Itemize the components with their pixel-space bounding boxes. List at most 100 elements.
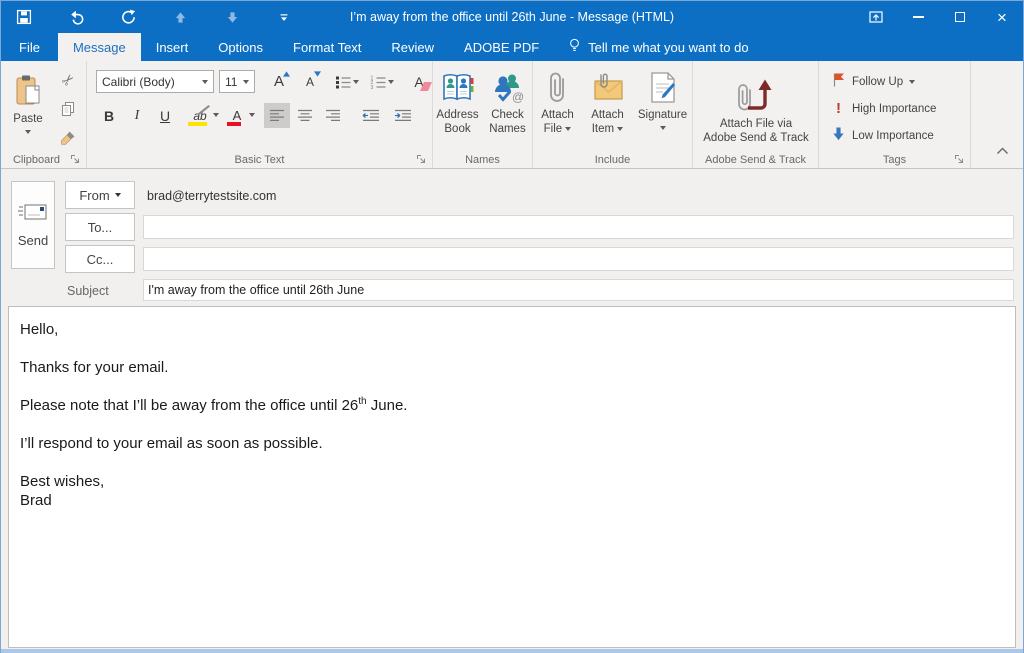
font-color-button[interactable]: A: [222, 103, 252, 128]
ribbon: Paste ✂ Clipboard Calibri (Body): [1, 61, 1023, 169]
adobe-attach-button[interactable]: Attach File via Adobe Send & Track: [696, 65, 816, 153]
envelope-paperclip-icon: [591, 68, 625, 108]
follow-up-dropdown-arrow: [909, 80, 915, 84]
redo-icon[interactable]: [117, 5, 139, 29]
body-line: [20, 453, 1015, 472]
subject-value: I'm away from the office until 26th June: [148, 283, 364, 297]
tell-me-label: Tell me what you want to do: [588, 40, 748, 55]
low-importance-icon: [831, 126, 846, 145]
follow-up-button[interactable]: Follow Up: [831, 71, 970, 92]
tab-adobe-pdf[interactable]: ADOBE PDF: [449, 33, 554, 61]
send-envelope-icon: [18, 202, 48, 225]
body-line: Hello,: [20, 320, 1015, 339]
grow-font-button[interactable]: A: [266, 69, 292, 94]
svg-text:3: 3: [371, 84, 374, 88]
align-center-button[interactable]: [292, 103, 318, 128]
tab-file[interactable]: File: [1, 33, 58, 61]
signature-dropdown-arrow: [660, 126, 666, 130]
to-button[interactable]: To...: [65, 213, 135, 241]
address-book-button[interactable]: Address Book: [434, 63, 482, 168]
bullets-dropdown-arrow: [353, 80, 359, 84]
high-importance-icon: !: [831, 100, 846, 117]
ribbon-display-options-icon[interactable]: [855, 1, 897, 33]
attach-item-label-1: Attach: [591, 108, 624, 122]
customize-quick-access-toolbar-icon[interactable]: [273, 5, 295, 29]
tags-dialog-launcher-icon[interactable]: [954, 152, 966, 164]
save-icon[interactable]: [13, 5, 35, 29]
attach-item-label-2: Item: [592, 122, 624, 136]
cut-icon[interactable]: ✂: [55, 67, 81, 92]
high-importance-button[interactable]: ! High Importance: [831, 98, 970, 119]
names-group: Address Book @ Check Names Names: [433, 61, 533, 168]
from-button[interactable]: From: [65, 181, 135, 209]
font-size-combo[interactable]: 11: [219, 70, 255, 93]
lightbulb-icon: [568, 38, 581, 56]
undo-icon[interactable]: [65, 5, 87, 29]
flag-icon: [831, 72, 846, 91]
message-body-editor[interactable]: Hello, Thanks for your email. Please not…: [8, 306, 1016, 648]
basic-text-dialog-launcher-icon[interactable]: [416, 152, 428, 164]
check-names-label-2: Names: [489, 122, 525, 136]
attach-file-button[interactable]: Attach File: [535, 63, 581, 168]
close-icon[interactable]: ×: [981, 1, 1023, 33]
bold-button[interactable]: B: [96, 103, 122, 128]
tab-options[interactable]: Options: [203, 33, 278, 61]
increase-indent-button[interactable]: [388, 103, 418, 128]
send-label: Send: [18, 233, 48, 248]
decrease-indent-button[interactable]: [356, 103, 386, 128]
basic-text-group-label: Basic Text: [87, 154, 432, 166]
text-highlight-button[interactable]: ab: [184, 103, 216, 128]
clipboard-small-buttons: ✂: [55, 67, 81, 150]
attach-item-button[interactable]: Attach Item: [585, 63, 631, 168]
tags-group: Follow Up ! High Importance Low Importan…: [819, 61, 971, 168]
clipboard-dialog-launcher-icon[interactable]: [70, 152, 82, 164]
tab-insert[interactable]: Insert: [141, 33, 204, 61]
font-color-bar: [227, 122, 241, 126]
align-left-button[interactable]: [264, 103, 290, 128]
signature-button[interactable]: Signature: [635, 63, 691, 168]
tab-format-text[interactable]: Format Text: [278, 33, 376, 61]
body-line: I’ll respond to your email as soon as po…: [20, 434, 1015, 453]
to-field[interactable]: [143, 215, 1014, 239]
tab-review[interactable]: Review: [376, 33, 449, 61]
maximize-icon[interactable]: [939, 1, 981, 33]
shrink-font-button[interactable]: A: [297, 69, 323, 94]
numbering-button[interactable]: 123: [367, 69, 397, 94]
minimize-icon[interactable]: [897, 1, 939, 33]
italic-button[interactable]: I: [124, 103, 150, 128]
check-names-button[interactable]: @ Check Names: [484, 63, 532, 168]
window-controls: ×: [855, 1, 1023, 33]
font-name-combo[interactable]: Calibri (Body): [96, 70, 214, 93]
send-button[interactable]: Send: [11, 181, 55, 269]
format-painter-icon[interactable]: [55, 125, 81, 150]
underline-button[interactable]: U: [152, 103, 178, 128]
attach-item-dropdown-arrow: [617, 127, 623, 131]
paste-button[interactable]: Paste: [6, 65, 50, 153]
ribbon-tab-bar: File Message Insert Options Format Text …: [1, 33, 1023, 61]
low-importance-button[interactable]: Low Importance: [831, 125, 970, 146]
font-color-dropdown-arrow: [249, 113, 255, 117]
quick-access-toolbar: [1, 5, 295, 29]
bullets-button[interactable]: [332, 69, 362, 94]
clipboard-group-label: Clipboard: [1, 154, 72, 166]
check-names-label-1: Check: [491, 108, 524, 122]
signature-icon: [648, 68, 678, 108]
attach-file-dropdown-arrow: [565, 127, 571, 131]
cc-button[interactable]: Cc...: [65, 245, 135, 273]
basic-text-group: Calibri (Body) 11 A A: [87, 61, 433, 168]
align-right-button[interactable]: [320, 103, 346, 128]
previous-item-icon: [169, 5, 191, 29]
collapse-ribbon-icon[interactable]: [996, 142, 1009, 160]
from-address: brad@terrytestsite.com: [147, 189, 276, 203]
tell-me-box[interactable]: Tell me what you want to do: [556, 33, 760, 61]
clear-formatting-button[interactable]: A: [406, 69, 432, 94]
include-group-label: Include: [533, 154, 692, 166]
copy-icon[interactable]: [55, 96, 81, 121]
subject-field[interactable]: I'm away from the office until 26th June: [143, 279, 1014, 301]
message-header: Send From brad@terrytestsite.com To... C…: [1, 169, 1023, 306]
tags-group-label: Tags: [819, 154, 970, 166]
outlook-message-window: I’m away from the office until 26th June…: [0, 0, 1024, 653]
highlight-color-bar: [188, 122, 207, 126]
cc-field[interactable]: [143, 247, 1014, 271]
tab-message[interactable]: Message: [58, 33, 141, 61]
